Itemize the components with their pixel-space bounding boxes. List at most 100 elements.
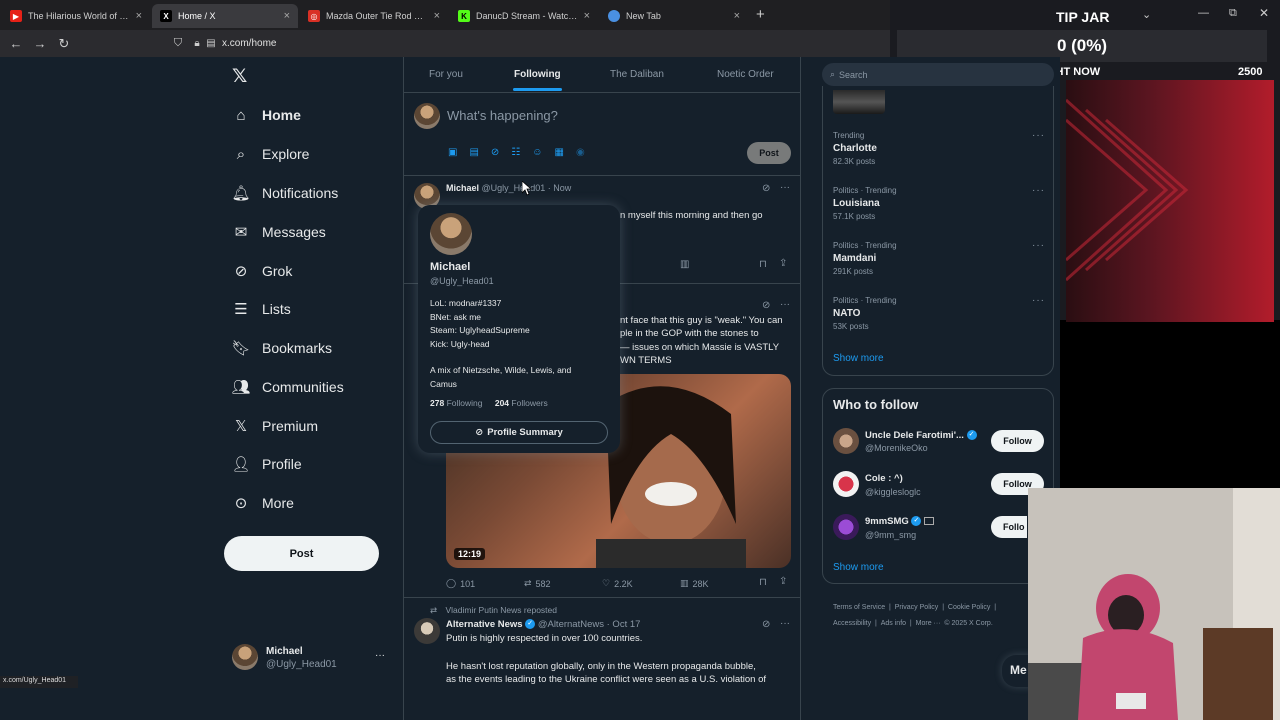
- sidebar-item-notifications[interactable]: 🔔︎ Notifications: [231, 184, 338, 202]
- account-menu-icon[interactable]: ···: [375, 650, 385, 661]
- tab-following[interactable]: Following: [514, 69, 561, 80]
- sidebar-item-communities[interactable]: 👥︎ Communities: [231, 378, 343, 396]
- views-icon: ▥: [680, 578, 689, 588]
- image-icon[interactable]: ▣: [448, 147, 457, 158]
- follow-suggestion-name[interactable]: Uncle Dele Farotimi'... ✓: [865, 430, 977, 441]
- browser-tab-3[interactable]: K DanucD Stream - Watch Li ×: [450, 4, 598, 28]
- tab-for-you[interactable]: For you: [429, 69, 463, 80]
- sidebar-item-bookmarks[interactable]: 🔖︎ Bookmarks: [231, 339, 332, 357]
- compose-post-button[interactable]: Post: [747, 142, 791, 164]
- sidebar-item-premium[interactable]: 𝕏 Premium: [232, 417, 318, 435]
- shield-icon[interactable]: ⛉: [166, 37, 190, 50]
- bookmark-icon[interactable]: ⊓: [759, 259, 767, 270]
- reload-icon[interactable]: ↻: [52, 36, 76, 52]
- close-icon[interactable]: ×: [734, 10, 740, 22]
- hover-card-name[interactable]: Michael: [430, 261, 470, 273]
- grok-icon[interactable]: ⊘: [762, 619, 770, 630]
- grok-icon[interactable]: ⊘: [762, 183, 770, 194]
- sidebar-item-more[interactable]: ⊙ More: [232, 494, 294, 512]
- location-icon[interactable]: ◉: [576, 147, 585, 158]
- post-more-icon[interactable]: ···: [780, 299, 790, 310]
- close-icon[interactable]: ×: [284, 10, 290, 22]
- avatar[interactable]: [414, 103, 440, 129]
- reply-button[interactable]: ◯ 101: [446, 578, 475, 589]
- hover-card-handle[interactable]: @Ugly_Head01: [430, 276, 494, 286]
- follow-suggestion-name[interactable]: 9mmSMG ✓: [865, 516, 935, 527]
- following-stat[interactable]: 278 Following: [430, 398, 482, 408]
- emoji-icon[interactable]: ☺: [532, 147, 542, 158]
- follow-show-more-link[interactable]: Show more: [833, 562, 884, 573]
- grok-icon[interactable]: ⊘: [491, 147, 499, 158]
- close-icon[interactable]: ×: [136, 10, 142, 22]
- trend-item-3[interactable]: Politics · Trending NATO 53K posts: [833, 296, 897, 331]
- trend-thumbnail: [833, 90, 885, 114]
- share-icon[interactable]: ⇪: [779, 258, 787, 269]
- close-icon[interactable]: ×: [584, 10, 590, 22]
- browser-tab-4[interactable]: New Tab ×: [600, 4, 748, 28]
- follow-button[interactable]: Follo: [991, 516, 1027, 538]
- like-button[interactable]: ♡ 2.2K: [602, 578, 633, 589]
- poll-icon[interactable]: ☷: [511, 147, 520, 158]
- grok-icon: ⊘: [234, 263, 248, 280]
- forward-icon[interactable]: →: [28, 36, 52, 51]
- chevron-down-icon[interactable]: ⌄: [1142, 8, 1151, 21]
- avatar[interactable]: [833, 514, 859, 540]
- follow-suggestion-name[interactable]: Cole : ^): [865, 473, 903, 484]
- post-author-handle[interactable]: @AlternatNews: [538, 619, 604, 630]
- browser-tab-1[interactable]: X Home / X ×: [152, 4, 298, 28]
- followers-stat[interactable]: 204 Followers: [495, 398, 548, 408]
- x-logo-icon[interactable]: 𝕏: [232, 65, 247, 88]
- sidebar-item-grok[interactable]: ⊘ Grok: [232, 262, 293, 280]
- post-more-icon[interactable]: ···: [780, 618, 790, 629]
- trend-more-icon[interactable]: ···: [1032, 185, 1045, 196]
- avatar[interactable]: [414, 618, 440, 644]
- avatar[interactable]: [833, 428, 859, 454]
- sidebar-item-home[interactable]: ⌂ Home: [232, 106, 300, 124]
- post-more-icon[interactable]: ···: [780, 182, 790, 193]
- schedule-icon[interactable]: ▦: [554, 147, 563, 158]
- search-input[interactable]: ⌕ Search: [822, 63, 1054, 86]
- reply-icon: ◯: [446, 578, 457, 588]
- views-button[interactable]: ▥ 28K: [680, 578, 709, 589]
- trend-more-icon[interactable]: ···: [1032, 240, 1045, 251]
- sidebar-item-lists[interactable]: ☰ Lists: [232, 300, 291, 318]
- post-time[interactable]: · Oct 17: [607, 619, 641, 630]
- compose-input[interactable]: What's happening?: [447, 108, 558, 123]
- minimize-icon[interactable]: —: [1198, 7, 1209, 19]
- sidebar-item-messages[interactable]: ✉ Messages: [232, 223, 326, 241]
- window-close-icon[interactable]: ✕: [1259, 6, 1269, 20]
- trends-show-more-link[interactable]: Show more: [833, 353, 884, 364]
- restore-icon[interactable]: ⧉: [1229, 7, 1237, 20]
- avatar[interactable]: [232, 644, 258, 670]
- gif-icon[interactable]: ▤: [469, 147, 478, 158]
- avatar[interactable]: [430, 213, 472, 255]
- close-icon[interactable]: ×: [434, 10, 440, 22]
- repost-button[interactable]: ⇄ 582: [524, 578, 551, 589]
- post-author-name[interactable]: Alternative News: [446, 619, 523, 630]
- bookmark-icon[interactable]: ⊓: [759, 577, 767, 588]
- url-input[interactable]: x.com/home: [222, 38, 276, 49]
- sidebar-item-explore[interactable]: ⌕ Explore: [232, 145, 310, 163]
- browser-tab-0[interactable]: ▶ The Hilarious World of Fun ×: [2, 4, 150, 28]
- sidebar-post-button[interactable]: Post: [224, 536, 379, 571]
- grok-icon[interactable]: ⊘: [762, 300, 770, 311]
- trend-more-icon[interactable]: ···: [1032, 130, 1045, 141]
- tab-noetic-order[interactable]: Noetic Order: [717, 69, 774, 80]
- views-icon[interactable]: ▥: [680, 259, 689, 270]
- post-author-handle[interactable]: @Ugly_Head01: [482, 183, 546, 193]
- share-icon[interactable]: ⇪: [779, 576, 787, 587]
- trend-item-2[interactable]: Politics · Trending Mamdani 291K posts: [833, 241, 897, 276]
- post-author-name[interactable]: Michael: [446, 183, 479, 193]
- browser-tab-2[interactable]: ◎ Mazda Outer Tie Rod Replacem ×: [300, 4, 448, 28]
- sidebar-item-profile[interactable]: 👤︎ Profile: [231, 455, 301, 473]
- trend-more-icon[interactable]: ···: [1032, 295, 1045, 306]
- avatar[interactable]: [833, 471, 859, 497]
- profile-summary-button[interactable]: ⊘ Profile Summary: [430, 421, 608, 444]
- tab-the-daliban[interactable]: The Daliban: [610, 69, 664, 80]
- back-icon[interactable]: ←: [4, 36, 28, 51]
- trend-item-1[interactable]: Politics · Trending Louisiana 57.1K post…: [833, 186, 897, 221]
- follow-button[interactable]: Follow: [991, 430, 1044, 452]
- new-tab-button[interactable]: +: [756, 6, 765, 23]
- post-time[interactable]: · Now: [548, 183, 572, 193]
- trend-item-0[interactable]: Trending Charlotte 82.3K posts: [833, 131, 877, 166]
